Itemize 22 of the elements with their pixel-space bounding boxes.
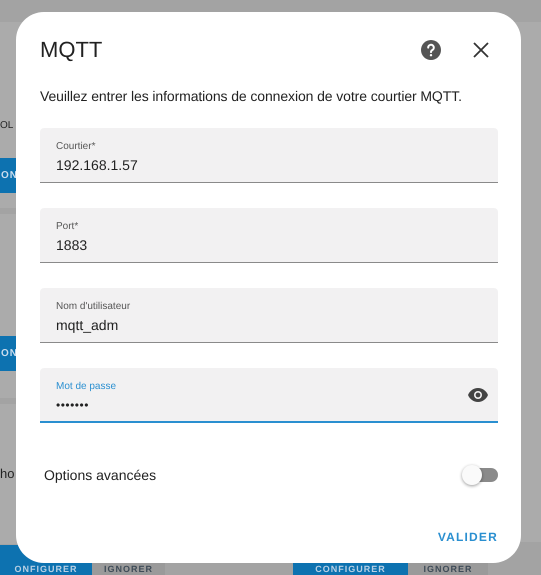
input-field[interactable]: Mot de passe ••••••• <box>40 368 498 423</box>
field-label: Courtier* <box>56 140 96 153</box>
field-label: Mot de passe <box>56 380 118 393</box>
input-field[interactable]: Nom d'utilisateur mqtt_adm <box>40 288 498 343</box>
close-icon[interactable] <box>473 42 489 58</box>
dialog-description: Veuillez entrer les informations de connexion de votre courtier MQTT. <box>40 87 463 106</box>
field-value: 192.168.1.57 <box>56 156 139 175</box>
input-field[interactable]: Courtier* 192.168.1.57 <box>40 128 498 183</box>
field-value: 1883 <box>56 236 88 255</box>
field-value: ••••••• <box>56 397 90 414</box>
toggle-switch[interactable] <box>462 465 498 485</box>
input-field[interactable]: Port* 1883 <box>40 208 498 263</box>
field-value: mqtt_adm <box>56 316 120 335</box>
card-text: ho <box>0 466 14 481</box>
dialog-title: MQTT <box>40 37 104 63</box>
option-label: Options avancées <box>44 467 156 483</box>
eye-icon[interactable] <box>468 388 488 402</box>
field-label: Nom d'utilisateur <box>56 300 132 313</box>
help-icon[interactable] <box>421 40 441 60</box>
card-text: OL <box>0 120 14 131</box>
field-label: Port* <box>56 220 80 233</box>
submit-button[interactable]: VALIDER <box>430 519 498 555</box>
